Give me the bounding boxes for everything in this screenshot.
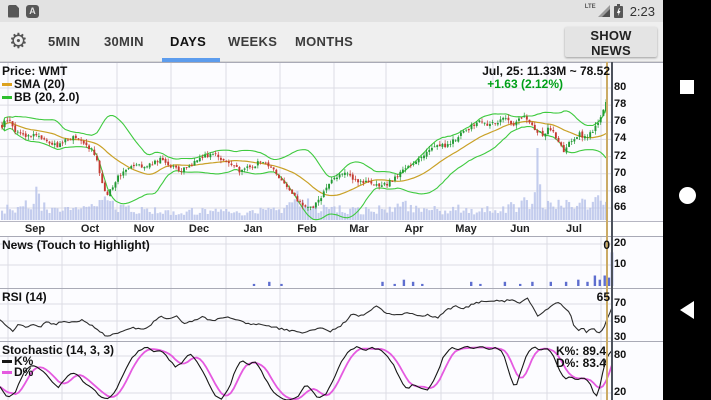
rsi-current-value: 65 — [597, 290, 610, 304]
news-current-value: 0 — [603, 238, 610, 252]
quote-change: +1.63 (2.12%) — [487, 77, 563, 91]
sma-legend: SMA (20) — [2, 77, 65, 91]
network-type-label: LTE — [585, 4, 596, 10]
price-chart-svg[interactable] — [0, 63, 663, 222]
back-triangle-icon[interactable] — [663, 300, 711, 334]
month-label: Mar — [342, 223, 376, 235]
status-notifications: A — [8, 5, 39, 18]
price-axis-border — [611, 62, 613, 400]
bb-legend: BB (20, 2.0) — [2, 90, 79, 104]
bb-legend-label: BB (20, 2.0) — [14, 90, 79, 104]
recents-square-icon[interactable] — [663, 78, 711, 112]
month-label: Jul — [557, 223, 591, 235]
month-axis: Sep Oct Nov Dec Jan Feb Mar Apr May Jun Jul — [0, 221, 663, 236]
axis-tick-label: 70 — [614, 297, 626, 309]
axis-tick-label: 50 — [614, 314, 626, 326]
month-label: Apr — [397, 223, 431, 235]
axis-tick-label: 72 — [614, 150, 626, 162]
tab-5min[interactable]: 5MIN — [48, 34, 80, 49]
axis-tick-label: 20 — [614, 386, 626, 398]
android-screen: A LTE 2:23 ⚙ 5MIN 30MIN DAYS WEEKS MONTH… — [0, 0, 711, 400]
tab-weeks[interactable]: WEEKS — [228, 34, 277, 49]
toolbar: ⚙ 5MIN 30MIN DAYS WEEKS MONTHS SHOW NEWS — [0, 22, 663, 62]
news-panel-title: News (Touch to Highlight) — [2, 238, 150, 252]
axis-tick-label: 30 — [614, 331, 626, 343]
status-system-icons: LTE 2:23 — [585, 4, 655, 19]
settings-gear-icon[interactable]: ⚙ — [9, 29, 28, 54]
month-label: Sep — [18, 223, 52, 235]
d-current-value: D%: 83.4 — [556, 356, 606, 370]
month-label: Dec — [182, 223, 216, 235]
bb-dash-icon — [2, 96, 12, 99]
clock: 2:23 — [630, 4, 655, 19]
axis-tick-label: 70 — [614, 167, 626, 179]
home-circle-icon[interactable] — [663, 186, 711, 220]
show-news-button[interactable]: SHOW NEWS — [565, 27, 657, 57]
chart-area: Price: WMT SMA (20) BB (20, 2.0) Jul, 25… — [0, 62, 663, 400]
axis-tick-label: 80 — [614, 81, 626, 93]
month-label: Jan — [236, 223, 270, 235]
tab-months[interactable]: MONTHS — [295, 34, 353, 49]
app-a-icon: A — [26, 5, 39, 18]
axis-tick-label: 10 — [614, 258, 626, 270]
quote-info: Jul, 25: 11.33M ~ 78.52 — [482, 64, 610, 78]
storage-icon — [8, 5, 19, 18]
tab-days[interactable]: DAYS — [170, 34, 206, 49]
month-label: Nov — [127, 223, 161, 235]
rsi-panel-title: RSI (14) — [2, 290, 47, 304]
rsi-chart-svg[interactable] — [0, 289, 663, 342]
axis-tick-label: 80 — [614, 349, 626, 361]
price-panel[interactable]: Price: WMT SMA (20) BB (20, 2.0) Jul, 25… — [0, 62, 663, 221]
k-dash-icon — [2, 360, 12, 363]
axis-tick-label: 20 — [614, 237, 626, 249]
sma-legend-label: SMA (20) — [14, 77, 65, 91]
d-dash-icon — [2, 371, 12, 374]
axis-tick-label: 68 — [614, 184, 626, 196]
battery-charging-icon — [614, 4, 623, 18]
month-label: May — [449, 223, 483, 235]
price-panel-title: Price: WMT — [2, 64, 67, 78]
navigation-bar — [663, 0, 711, 400]
rsi-panel[interactable]: RSI (14) 65 70 50 30 — [0, 288, 663, 341]
axis-tick-label: 66 — [614, 201, 626, 213]
axis-tick-label: 74 — [614, 132, 626, 144]
month-label: Feb — [290, 223, 324, 235]
sma-dash-icon — [2, 83, 12, 86]
axis-tick-label: 76 — [614, 115, 626, 127]
crosshair-line — [606, 62, 608, 400]
news-panel[interactable]: News (Touch to Highlight) 0 20 10 — [0, 236, 663, 288]
d-legend-label: D% — [14, 365, 33, 379]
tab-30min[interactable]: 30MIN — [104, 34, 144, 49]
axis-tick-label: 78 — [614, 98, 626, 110]
signal-icon — [598, 5, 610, 17]
d-legend: D% — [2, 365, 33, 379]
month-label: Jun — [503, 223, 537, 235]
month-label: Oct — [73, 223, 107, 235]
status-bar: A LTE 2:23 — [0, 0, 663, 22]
stochastic-panel[interactable]: Stochastic (14, 3, 3) K% D% K%: 89.4 D%:… — [0, 341, 663, 400]
